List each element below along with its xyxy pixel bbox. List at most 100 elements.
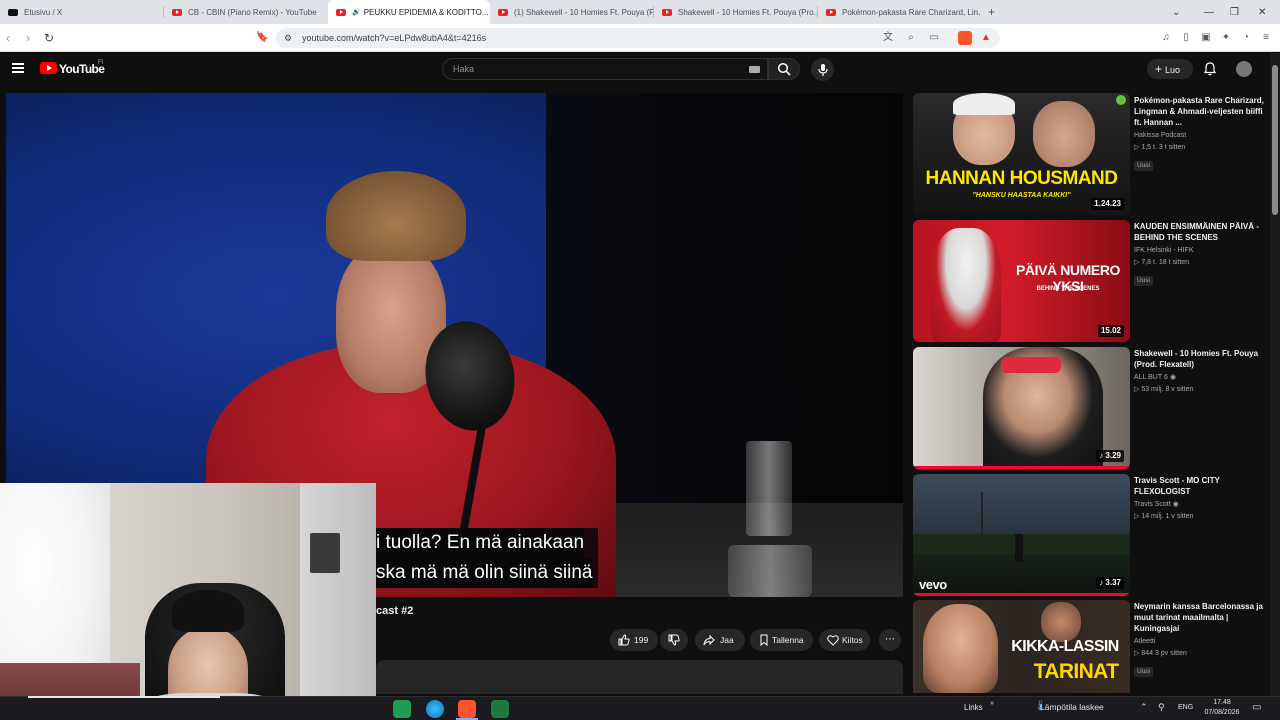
recommendation-title[interactable]: Shakewell - 10 Homies Ft. Pouya (Prod. F… [1134,348,1266,370]
hamburger-menu-icon[interactable] [12,63,24,73]
minimize-window-button[interactable]: — [1204,0,1214,24]
recommendation-meta[interactable]: KAUDEN ENSIMMÄINEN PÄIVÄ - BEHIND THE SC… [1134,221,1266,287]
video-captions: i tuolla? En mä ainakaan ska mä mä olin … [370,528,599,588]
edge-app-icon[interactable] [426,700,444,718]
thumb-title-2: TARINAT [1033,660,1119,683]
cast-icon[interactable]: ▭ [928,32,940,44]
account-avatar[interactable] [1236,61,1252,77]
site-info-icon[interactable]: ⚙ [284,28,292,48]
minimize-button[interactable]: ⌄ [1172,0,1180,24]
country-code: FI [98,60,104,66]
recommendation-thumbnail[interactable]: HANNAN HOUSMAND "HANSKU HAASTAA KAIKKI" … [913,93,1130,215]
channel-name[interactable]: ALL BUT 6 [1134,374,1168,381]
zoom-icon[interactable]: ⌕ [905,32,917,44]
network-icon[interactable]: ⚲ [1158,702,1165,713]
terminal-app-icon[interactable] [491,700,509,718]
brave-rewards-icon[interactable]: ▲ [980,32,992,44]
recommendation-thumbnail[interactable]: KIKKA-LASSIN TARINAT [913,600,1130,693]
tray-overflow-icon[interactable]: ⌃ [1140,702,1148,713]
back-icon[interactable]: ‹ [6,31,10,45]
maximize-window-button[interactable]: ❐ [1230,0,1239,24]
leo-ai-icon[interactable]: ✦ [1220,32,1232,44]
close-window-button[interactable]: ✕ [1258,0,1266,24]
recommendation-meta[interactable]: Travis Scott - MO CITY FLEXOLOGIST Travi… [1134,475,1266,523]
input-language[interactable]: ENG [1178,704,1193,711]
like-button[interactable]: 199 [610,629,658,651]
recommendation-thumbnail[interactable]: ♪ 3.29 [913,347,1130,469]
search-input[interactable] [443,59,733,79]
recommendation-title[interactable]: Neymarin kanssa Barcelonassa ja muut tar… [1134,601,1266,634]
new-tab-button[interactable]: + [980,0,1000,24]
youtube-header: YouTube FI +Luo [0,53,1270,85]
tab-cbin[interactable]: CB - CBIN (Piano Remix) - YouTube [164,0,328,24]
music-icon[interactable]: ♫ [1160,32,1172,44]
tab-shakewell-1[interactable]: (1) Shakewell - 10 Homies Ft. Pouya (Pr.… [490,0,654,24]
brave-app-icon[interactable] [458,700,476,718]
youtube-logo-icon[interactable] [40,62,57,74]
page-scrollbar[interactable] [1270,53,1280,696]
tab-label: Shakewell - 10 Homies Ft. Pouya (Pro... [678,7,818,17]
translate-icon[interactable]: 文 [882,32,894,44]
video-duration: ♪ 3.37 [1096,577,1124,589]
thumb-title: HANNAN HOUSMAND [925,168,1119,189]
recommendation-thumbnail[interactable]: PÄIVÄ NUMERO YKSI BEHIND THE SCENES 15.0… [913,220,1130,342]
thumb-subtitle: BEHIND THE SCENES [1036,286,1100,292]
tab-shakewell-2[interactable]: Shakewell - 10 Homies Ft. Pouya (Pro... [654,0,818,24]
thumb-cap [953,93,1015,115]
caption-line: i tuolla? En mä ainakaan [376,528,585,558]
links-toolbar[interactable]: Links [964,703,983,712]
search-button[interactable] [768,58,800,80]
thumb-title: KIKKA-LASSIN [1011,638,1119,655]
keyboard-icon[interactable] [749,66,760,73]
recommendation-title[interactable]: Travis Scott - MO CITY FLEXOLOGIST [1134,475,1266,497]
tab-peukku-active[interactable]: 🔊 PEUKKU EPIDEMIA & KODITTO... ✕ [328,0,490,24]
tab-label: Pokémon-pakasta Rare Charizard, Lin... [842,7,980,17]
sidebar-icon[interactable]: ▯ [1180,32,1192,44]
reload-icon[interactable]: ↻ [44,31,54,45]
notification-center-icon[interactable]: ▭ [1252,702,1261,713]
wallet-icon[interactable]: ▣ [1200,32,1212,44]
recommendation-meta[interactable]: Pokémon-pakasta Rare Charizard, Lingman … [1134,95,1266,172]
menu-icon[interactable]: ≡ [1260,32,1272,44]
recommendation-title[interactable]: Pokémon-pakasta Rare Charizard, Lingman … [1134,95,1266,128]
channel-name[interactable]: IFK Helsinki - HIFK [1134,245,1266,257]
share-button[interactable]: Jaa [695,629,745,651]
dislike-button[interactable] [660,629,688,651]
vevo-logo: vevo [919,577,947,592]
glass [746,441,792,536]
weather-widget[interactable]: Lämpötila laskee [1040,702,1104,712]
vpn-icon[interactable]: ◔ [1240,32,1252,44]
channel-name[interactable]: Travis Scott [1134,501,1171,508]
oven [310,533,340,573]
brave-shields-icon[interactable] [958,31,972,45]
scrollbar-thumb[interactable] [1272,65,1278,215]
thumb-pylon [981,492,983,552]
tab-x-home[interactable]: Etusivu / X [0,0,164,24]
description-box[interactable] [376,660,903,694]
notifications-bell-icon[interactable] [1204,62,1216,76]
recommendation-thumbnail[interactable]: vevo ♪ 3.37 [913,474,1130,596]
thumb-person [1033,101,1095,167]
video-duration: 15.02 [1097,325,1124,337]
thanks-button[interactable]: Kiitos [819,629,870,651]
more-icon: ⋯ [885,634,895,645]
save-button[interactable]: Tallenna [750,629,813,651]
tab-pokemon[interactable]: Pokémon-pakasta Rare Charizard, Lin... [818,0,980,24]
youtube-icon [662,8,672,16]
microphone-icon [817,63,828,76]
thumb-sunglasses [1001,357,1061,373]
channel-name[interactable]: Hakissa Podcast [1134,130,1266,142]
recommendation-title[interactable]: KAUDEN ENSIMMÄINEN PÄIVÄ - BEHIND THE SC… [1134,221,1266,243]
forward-icon[interactable]: › [26,31,30,45]
more-actions-button[interactable]: ⋯ [879,629,901,651]
spotify-app-icon[interactable] [393,700,411,718]
chevron-icon[interactable]: » [990,700,994,707]
clock[interactable]: 17.48 07/08/2026 [1200,698,1244,718]
voice-search-button[interactable] [811,58,834,81]
thanks-label: Kiitos [842,635,863,645]
channel-name[interactable]: Atleetti [1134,636,1266,648]
create-button[interactable]: + Luo [1147,59,1193,79]
recommendation-meta[interactable]: Shakewell - 10 Homies Ft. Pouya (Prod. F… [1134,348,1266,396]
recommendation-meta[interactable]: Neymarin kanssa Barcelonassa ja muut tar… [1134,601,1266,678]
bookmark-icon[interactable]: 🔖 [256,32,268,44]
